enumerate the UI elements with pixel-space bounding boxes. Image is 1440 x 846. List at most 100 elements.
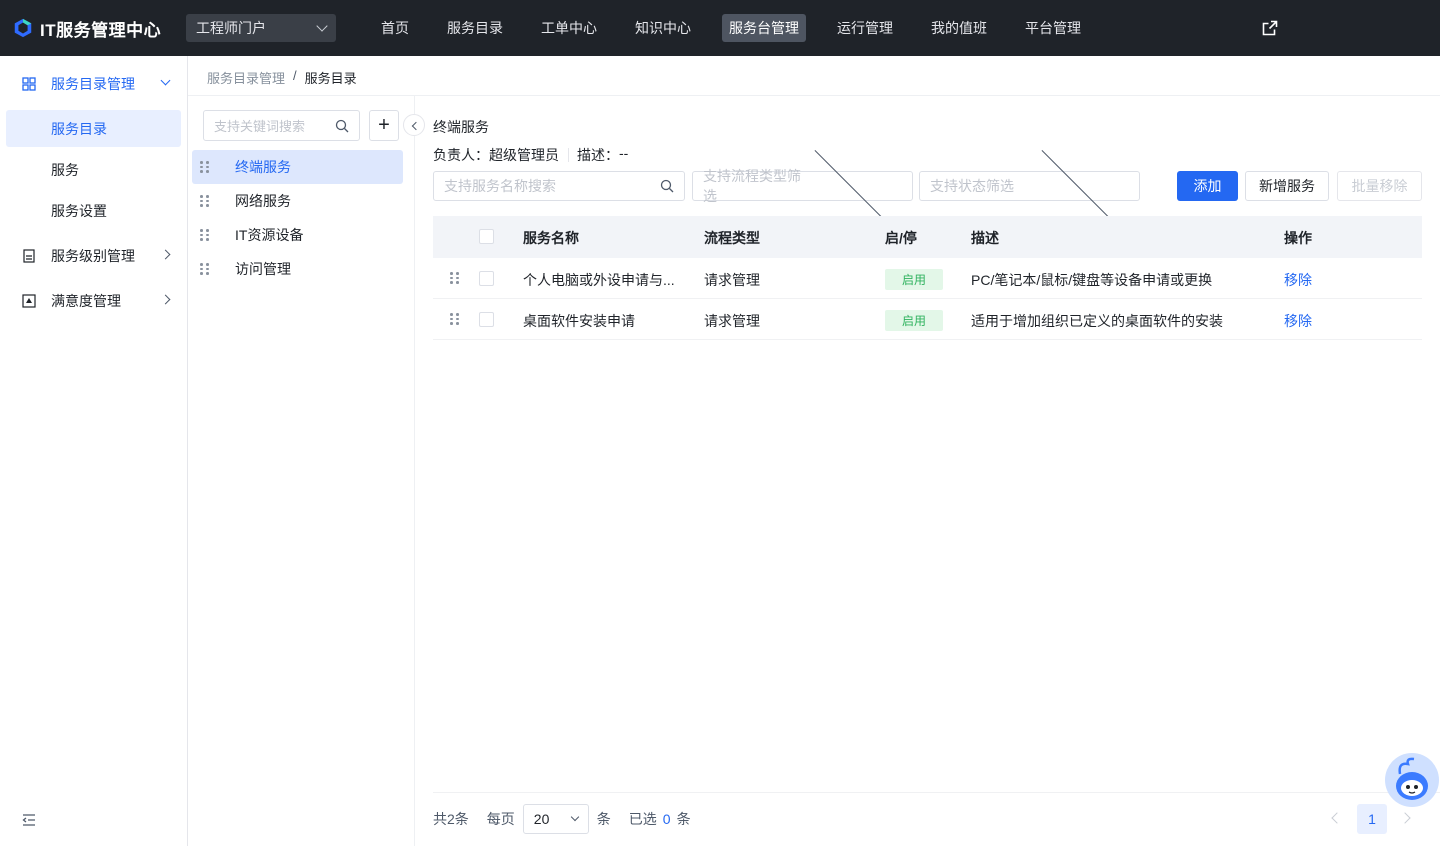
tree-item-label: 终端服务 — [235, 159, 291, 175]
top-navbar: IT服务管理中心 工程师门户 首页 服务目录 工单中心 知识中心 服务台管理 运… — [0, 0, 1440, 56]
page-number-current[interactable]: 1 — [1357, 804, 1387, 834]
nav-item-my-duty[interactable]: 我的值班 — [924, 14, 994, 42]
tree-item[interactable]: 网络服务 — [192, 184, 403, 218]
page-size-select[interactable]: 20 — [522, 804, 589, 834]
flow-type-select[interactable]: 支持流程类型筛选 — [692, 146, 913, 222]
sla-icon — [23, 248, 35, 263]
sidebar: 服务目录管理 服务目录 服务 服务设置 服务级别管理 满意度管理 — [0, 56, 188, 846]
service-name-search-input[interactable]: 支持服务名称搜索 — [433, 171, 685, 201]
tree-item-label: 访问管理 — [235, 261, 291, 277]
drag-handle-icon[interactable] — [200, 228, 210, 242]
tree-item[interactable]: 终端服务 — [192, 150, 403, 184]
nav-item-home[interactable]: 首页 — [374, 14, 416, 42]
sidebar-item-service-settings[interactable]: 服务设置 — [6, 192, 181, 229]
tree-item[interactable]: IT资源设备 — [192, 218, 403, 252]
external-link-icon[interactable] — [1262, 20, 1278, 36]
add-catalog-button[interactable]: + — [369, 110, 399, 141]
chevron-down-icon — [160, 75, 171, 86]
row-checkbox[interactable] — [479, 271, 494, 286]
sidebar-group-label: 满意度管理 — [51, 292, 121, 309]
sidebar-group-catalog-admin[interactable]: 服务目录管理 — [0, 61, 187, 106]
nav-item-service-catalog[interactable]: 服务目录 — [440, 14, 510, 42]
service-name[interactable]: 个人电脑或外设申请与... — [523, 270, 675, 290]
collapse-sidebar-icon[interactable] — [22, 814, 36, 826]
tree-search-placeholder: 支持关键词搜索 — [214, 119, 306, 134]
sidebar-item-service-catalog[interactable]: 服务目录 — [6, 110, 181, 147]
chevron-down-icon — [1041, 146, 1117, 222]
catalog-meta: 负责人： 超级管理员 描述： -- — [433, 145, 628, 165]
add-button[interactable]: 添加 — [1177, 171, 1238, 201]
prev-page-icon[interactable] — [1331, 812, 1343, 824]
table-row[interactable]: 桌面软件安装申请 请求管理 启用 适用于增加组织已定义的桌面软件的安装 移除 — [433, 299, 1422, 340]
new-service-button[interactable]: 新增服务 — [1245, 171, 1329, 201]
drag-handle-icon[interactable] — [200, 262, 210, 276]
flow-type: 请求管理 — [704, 272, 760, 288]
selected-prefix: 已选 — [628, 811, 657, 827]
remove-link[interactable]: 移除 — [1284, 311, 1312, 331]
portal-select[interactable]: 工程师门户 — [186, 14, 336, 42]
drag-handle-icon[interactable] — [200, 194, 210, 208]
sidebar-group-sla-admin[interactable]: 服务级别管理 — [0, 233, 187, 278]
service-name[interactable]: 桌面软件安装申请 — [523, 311, 635, 331]
search-icon[interactable] — [660, 179, 674, 193]
owner-label: 负责人： — [433, 147, 489, 163]
chevron-right-icon — [160, 294, 171, 305]
status-badge: 启用 — [885, 310, 944, 331]
nav-item-knowledge[interactable]: 知识中心 — [628, 14, 698, 42]
nav-item-operations[interactable]: 运行管理 — [830, 14, 900, 42]
breadcrumb-parent[interactable]: 服务目录管理 — [207, 68, 285, 87]
chevron-down-icon — [570, 812, 580, 822]
nav-item-service-desk-admin[interactable]: 服务台管理 — [722, 14, 806, 42]
nav-item-ticket-center[interactable]: 工单中心 — [534, 14, 604, 42]
status-placeholder: 支持状态筛选 — [930, 178, 1014, 194]
service-desc: PC/笔记本/鼠标/键盘等设备申请或更换 — [971, 272, 1213, 288]
search-icon[interactable] — [335, 119, 349, 133]
col-header-flow: 流程类型 — [704, 230, 760, 246]
nav-item-platform-admin[interactable]: 平台管理 — [1018, 14, 1088, 42]
grid-icon — [22, 76, 36, 91]
drag-handle-icon[interactable] — [450, 312, 460, 326]
sidebar-group-label: 服务目录管理 — [51, 75, 135, 92]
table-row[interactable]: 个人电脑或外设申请与... 请求管理 启用 PC/笔记本/鼠标/键盘等设备申请或… — [433, 258, 1422, 299]
portal-select-value: 工程师门户 — [196, 20, 266, 36]
satisfaction-icon — [22, 293, 36, 308]
flow-type-placeholder: 支持流程类型筛选 — [703, 168, 801, 204]
tree-search-input[interactable]: 支持关键词搜索 — [203, 110, 360, 141]
catalog-tree-panel: 支持关键词搜索 + 终端服务 网络服务 IT资源设备 访问管理 — [188, 96, 425, 846]
desc-label: 描述： — [577, 147, 619, 163]
select-all-checkbox[interactable] — [479, 229, 494, 244]
tree-item[interactable]: 访问管理 — [192, 252, 403, 286]
page-size-unit: 条 — [596, 811, 611, 827]
drag-handle-icon[interactable] — [200, 160, 210, 174]
tree-item-label: 网络服务 — [235, 193, 291, 209]
meta-divider — [568, 148, 569, 162]
page-size-value: 20 — [533, 811, 550, 827]
app-logo[interactable]: IT服务管理中心 — [12, 16, 182, 41]
main-content: 终端服务 负责人： 超级管理员 描述： -- 支持服务名称搜索 支持流程类型筛选… — [415, 96, 1440, 846]
breadcrumb: 服务目录管理 / 服务目录 — [207, 68, 357, 87]
col-header-status: 启/停 — [885, 230, 917, 246]
row-checkbox[interactable] — [479, 312, 494, 327]
sidebar-group-satisfaction-admin[interactable]: 满意度管理 — [0, 278, 187, 323]
logo-icon — [14, 18, 32, 38]
assistant-bot-icon[interactable] — [1384, 752, 1440, 808]
remove-link[interactable]: 移除 — [1284, 270, 1312, 290]
breadcrumb-separator: / — [293, 68, 297, 83]
next-page-icon[interactable] — [1399, 812, 1411, 824]
app-title: IT服务管理中心 — [40, 20, 162, 40]
drag-handle-icon[interactable] — [450, 271, 460, 285]
footer-divider — [433, 792, 1440, 793]
status-select[interactable]: 支持状态筛选 — [919, 146, 1140, 222]
per-page-label: 每页 — [486, 811, 515, 827]
batch-remove-button[interactable]: 批量移除 — [1337, 171, 1422, 201]
chevron-right-icon — [160, 249, 171, 260]
sidebar-group-label: 服务级别管理 — [51, 247, 135, 264]
tree-item-label: IT资源设备 — [235, 227, 304, 243]
table-header: 服务名称 流程类型 启/停 描述 操作 — [433, 216, 1422, 258]
selected-suffix: 条 — [676, 811, 691, 827]
service-name-placeholder: 支持服务名称搜索 — [444, 178, 556, 194]
pagination-info: 共2条 每页 20 条 已选 0 条 — [433, 804, 691, 834]
col-header-op: 操作 — [1284, 230, 1312, 246]
flow-type: 请求管理 — [704, 313, 760, 329]
sidebar-item-services[interactable]: 服务 — [6, 151, 181, 188]
